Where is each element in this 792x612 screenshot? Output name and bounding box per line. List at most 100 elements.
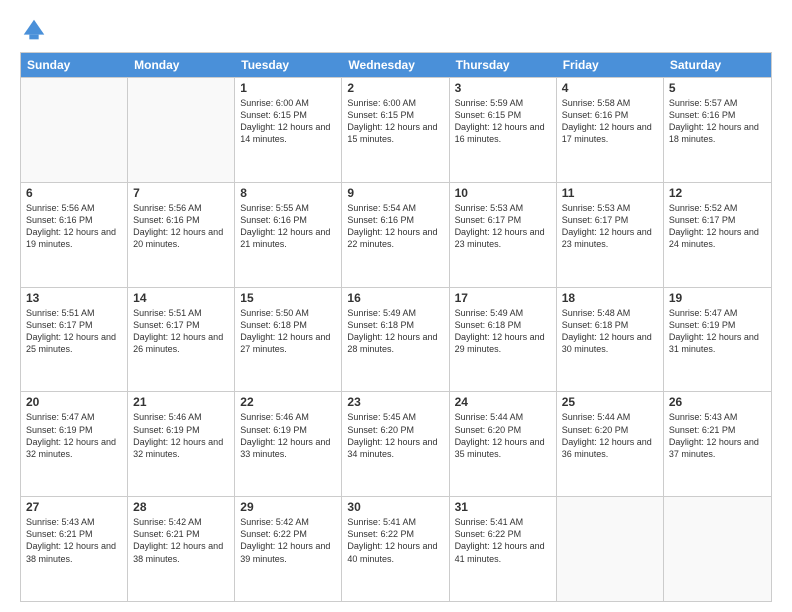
day-info: Sunrise: 5:43 AM Sunset: 6:21 PM Dayligh… bbox=[669, 411, 766, 460]
day-info: Sunrise: 5:41 AM Sunset: 6:22 PM Dayligh… bbox=[347, 516, 443, 565]
day-number: 1 bbox=[240, 81, 336, 95]
day-number: 26 bbox=[669, 395, 766, 409]
day-info: Sunrise: 5:43 AM Sunset: 6:21 PM Dayligh… bbox=[26, 516, 122, 565]
calendar-day-5: 5 Sunrise: 5:57 AM Sunset: 6:16 PM Daylig… bbox=[664, 78, 771, 182]
day-info: Sunrise: 5:41 AM Sunset: 6:22 PM Dayligh… bbox=[455, 516, 551, 565]
day-number: 20 bbox=[26, 395, 122, 409]
calendar-day-empty bbox=[128, 78, 235, 182]
day-number: 5 bbox=[669, 81, 766, 95]
weekday-header-wednesday: Wednesday bbox=[342, 53, 449, 77]
calendar-day-31: 31 Sunrise: 5:41 AM Sunset: 6:22 PM Dayli… bbox=[450, 497, 557, 601]
day-info: Sunrise: 5:42 AM Sunset: 6:22 PM Dayligh… bbox=[240, 516, 336, 565]
day-number: 4 bbox=[562, 81, 658, 95]
calendar-day-9: 9 Sunrise: 5:54 AM Sunset: 6:16 PM Daylig… bbox=[342, 183, 449, 287]
day-info: Sunrise: 5:47 AM Sunset: 6:19 PM Dayligh… bbox=[26, 411, 122, 460]
day-info: Sunrise: 5:45 AM Sunset: 6:20 PM Dayligh… bbox=[347, 411, 443, 460]
day-info: Sunrise: 5:56 AM Sunset: 6:16 PM Dayligh… bbox=[133, 202, 229, 251]
day-info: Sunrise: 5:47 AM Sunset: 6:19 PM Dayligh… bbox=[669, 307, 766, 356]
weekday-header-monday: Monday bbox=[128, 53, 235, 77]
day-number: 6 bbox=[26, 186, 122, 200]
weekday-header-tuesday: Tuesday bbox=[235, 53, 342, 77]
day-info: Sunrise: 5:51 AM Sunset: 6:17 PM Dayligh… bbox=[26, 307, 122, 356]
calendar-week-4: 20 Sunrise: 5:47 AM Sunset: 6:19 PM Dayli… bbox=[21, 391, 771, 496]
day-number: 15 bbox=[240, 291, 336, 305]
day-info: Sunrise: 5:57 AM Sunset: 6:16 PM Dayligh… bbox=[669, 97, 766, 146]
day-number: 23 bbox=[347, 395, 443, 409]
logo bbox=[20, 16, 52, 44]
calendar-day-21: 21 Sunrise: 5:46 AM Sunset: 6:19 PM Dayli… bbox=[128, 392, 235, 496]
day-info: Sunrise: 5:55 AM Sunset: 6:16 PM Dayligh… bbox=[240, 202, 336, 251]
day-number: 14 bbox=[133, 291, 229, 305]
day-number: 22 bbox=[240, 395, 336, 409]
calendar-day-13: 13 Sunrise: 5:51 AM Sunset: 6:17 PM Dayli… bbox=[21, 288, 128, 392]
day-info: Sunrise: 5:46 AM Sunset: 6:19 PM Dayligh… bbox=[133, 411, 229, 460]
calendar-day-18: 18 Sunrise: 5:48 AM Sunset: 6:18 PM Dayli… bbox=[557, 288, 664, 392]
day-info: Sunrise: 5:58 AM Sunset: 6:16 PM Dayligh… bbox=[562, 97, 658, 146]
calendar-week-3: 13 Sunrise: 5:51 AM Sunset: 6:17 PM Dayli… bbox=[21, 287, 771, 392]
day-number: 25 bbox=[562, 395, 658, 409]
calendar-day-20: 20 Sunrise: 5:47 AM Sunset: 6:19 PM Dayli… bbox=[21, 392, 128, 496]
day-number: 29 bbox=[240, 500, 336, 514]
weekday-header-thursday: Thursday bbox=[450, 53, 557, 77]
day-number: 18 bbox=[562, 291, 658, 305]
day-number: 7 bbox=[133, 186, 229, 200]
day-number: 11 bbox=[562, 186, 658, 200]
day-info: Sunrise: 5:44 AM Sunset: 6:20 PM Dayligh… bbox=[562, 411, 658, 460]
calendar-day-29: 29 Sunrise: 5:42 AM Sunset: 6:22 PM Dayli… bbox=[235, 497, 342, 601]
calendar-day-8: 8 Sunrise: 5:55 AM Sunset: 6:16 PM Daylig… bbox=[235, 183, 342, 287]
day-number: 17 bbox=[455, 291, 551, 305]
calendar-day-6: 6 Sunrise: 5:56 AM Sunset: 6:16 PM Daylig… bbox=[21, 183, 128, 287]
calendar-day-1: 1 Sunrise: 6:00 AM Sunset: 6:15 PM Daylig… bbox=[235, 78, 342, 182]
day-number: 31 bbox=[455, 500, 551, 514]
day-info: Sunrise: 5:52 AM Sunset: 6:17 PM Dayligh… bbox=[669, 202, 766, 251]
day-info: Sunrise: 5:59 AM Sunset: 6:15 PM Dayligh… bbox=[455, 97, 551, 146]
calendar-week-5: 27Sunrise: 5:43 AM Sunset: 6:21 PM Dayli… bbox=[21, 496, 771, 601]
day-info: Sunrise: 6:00 AM Sunset: 6:15 PM Dayligh… bbox=[347, 97, 443, 146]
day-info: Sunrise: 5:54 AM Sunset: 6:16 PM Dayligh… bbox=[347, 202, 443, 251]
day-number: 8 bbox=[240, 186, 336, 200]
weekday-header-saturday: Saturday bbox=[664, 53, 771, 77]
day-info: Sunrise: 5:48 AM Sunset: 6:18 PM Dayligh… bbox=[562, 307, 658, 356]
calendar-day-empty bbox=[21, 78, 128, 182]
calendar-day-10: 10 Sunrise: 5:53 AM Sunset: 6:17 PM Dayli… bbox=[450, 183, 557, 287]
logo-icon bbox=[20, 16, 48, 44]
day-info: Sunrise: 5:50 AM Sunset: 6:18 PM Dayligh… bbox=[240, 307, 336, 356]
day-info: Sunrise: 5:53 AM Sunset: 6:17 PM Dayligh… bbox=[562, 202, 658, 251]
day-info: Sunrise: 5:56 AM Sunset: 6:16 PM Dayligh… bbox=[26, 202, 122, 251]
calendar-day-15: 15 Sunrise: 5:50 AM Sunset: 6:18 PM Dayli… bbox=[235, 288, 342, 392]
day-number: 9 bbox=[347, 186, 443, 200]
calendar-day-17: 17 Sunrise: 5:49 AM Sunset: 6:18 PM Dayli… bbox=[450, 288, 557, 392]
calendar-week-1: 1 Sunrise: 6:00 AM Sunset: 6:15 PM Daylig… bbox=[21, 77, 771, 182]
day-number: 19 bbox=[669, 291, 766, 305]
day-info: Sunrise: 6:00 AM Sunset: 6:15 PM Dayligh… bbox=[240, 97, 336, 146]
calendar-day-2: 2 Sunrise: 6:00 AM Sunset: 6:15 PM Daylig… bbox=[342, 78, 449, 182]
calendar: SundayMondayTuesdayWednesdayThursdayFrid… bbox=[20, 52, 772, 602]
calendar-day-3: 3 Sunrise: 5:59 AM Sunset: 6:15 PM Daylig… bbox=[450, 78, 557, 182]
calendar-body: 1 Sunrise: 6:00 AM Sunset: 6:15 PM Daylig… bbox=[21, 77, 771, 601]
calendar-day-28: 28Sunrise: 5:42 AM Sunset: 6:21 PM Dayli… bbox=[128, 497, 235, 601]
day-number: 12 bbox=[669, 186, 766, 200]
weekday-header-sunday: Sunday bbox=[21, 53, 128, 77]
day-number: 24 bbox=[455, 395, 551, 409]
day-number: 21 bbox=[133, 395, 229, 409]
day-info: Sunrise: 5:53 AM Sunset: 6:17 PM Dayligh… bbox=[455, 202, 551, 251]
day-info: Sunrise: 5:49 AM Sunset: 6:18 PM Dayligh… bbox=[347, 307, 443, 356]
day-info: Sunrise: 5:51 AM Sunset: 6:17 PM Dayligh… bbox=[133, 307, 229, 356]
day-number: 10 bbox=[455, 186, 551, 200]
calendar-day-25: 25 Sunrise: 5:44 AM Sunset: 6:20 PM Dayli… bbox=[557, 392, 664, 496]
calendar-day-22: 22Sunrise: 5:46 AM Sunset: 6:19 PM Dayli… bbox=[235, 392, 342, 496]
calendar-day-27: 27Sunrise: 5:43 AM Sunset: 6:21 PM Dayli… bbox=[21, 497, 128, 601]
calendar-header: SundayMondayTuesdayWednesdayThursdayFrid… bbox=[21, 53, 771, 77]
calendar-day-14: 14 Sunrise: 5:51 AM Sunset: 6:17 PM Dayli… bbox=[128, 288, 235, 392]
calendar-day-16: 16Sunrise: 5:49 AM Sunset: 6:18 PM Dayli… bbox=[342, 288, 449, 392]
calendar-week-2: 6 Sunrise: 5:56 AM Sunset: 6:16 PM Daylig… bbox=[21, 182, 771, 287]
calendar-day-19: 19 Sunrise: 5:47 AM Sunset: 6:19 PM Dayli… bbox=[664, 288, 771, 392]
day-number: 28 bbox=[133, 500, 229, 514]
day-info: Sunrise: 5:49 AM Sunset: 6:18 PM Dayligh… bbox=[455, 307, 551, 356]
day-number: 2 bbox=[347, 81, 443, 95]
calendar-day-30: 30Sunrise: 5:41 AM Sunset: 6:22 PM Dayli… bbox=[342, 497, 449, 601]
day-number: 3 bbox=[455, 81, 551, 95]
calendar-day-empty bbox=[664, 497, 771, 601]
day-number: 13 bbox=[26, 291, 122, 305]
calendar-day-23: 23 Sunrise: 5:45 AM Sunset: 6:20 PM Dayli… bbox=[342, 392, 449, 496]
